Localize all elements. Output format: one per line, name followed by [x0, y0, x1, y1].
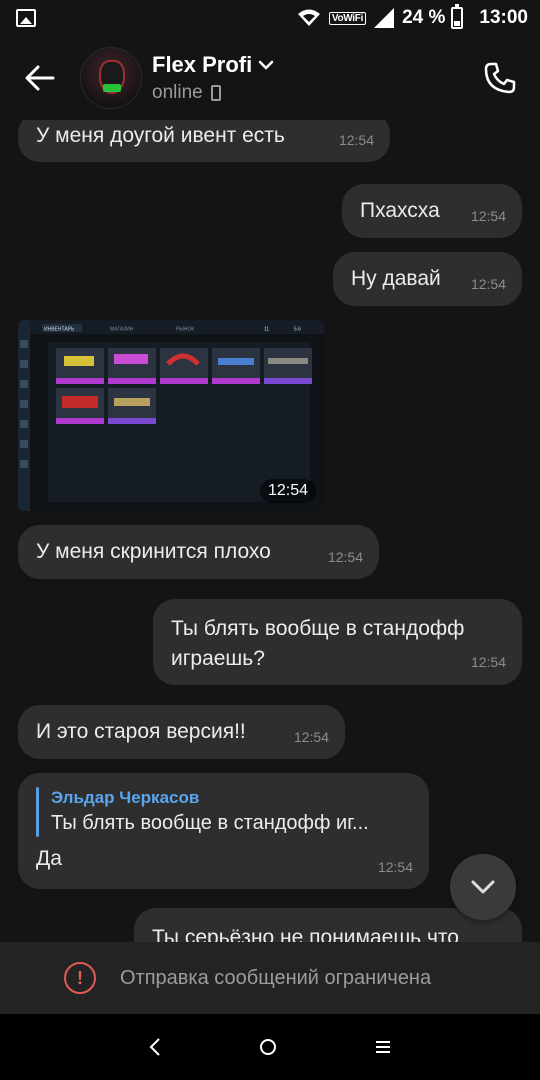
photo-message[interactable]: ИНВЕНТАРЬ МАГАЗИН РЫНОК 11 5.6 12:54	[18, 320, 324, 511]
system-navigation-bar	[0, 1014, 540, 1080]
message-outgoing[interactable]: Пхахсха 12:54	[342, 184, 522, 238]
reply-quote: Ты блять вообще в стандофф иг...	[51, 812, 369, 834]
photo-counter-1: 11	[264, 327, 269, 333]
phone-icon	[210, 85, 221, 101]
nav-menu-icon[interactable]	[374, 1038, 392, 1056]
message-text: Ну давай	[351, 267, 441, 290]
avatar[interactable]	[80, 47, 142, 109]
message-time: 12:54	[327, 549, 363, 565]
back-arrow-icon	[25, 65, 55, 91]
contact-info[interactable]: Flex Profi online	[152, 52, 460, 104]
chat-header: Flex Profi online	[0, 36, 540, 120]
message-text: Да	[36, 847, 62, 870]
message-incoming-reply[interactable]: Эльдар Черкасов Ты блять вообще в стандо…	[18, 773, 429, 889]
battery-percent: 24 %	[402, 7, 446, 28]
message-incoming[interactable]: У меня доугой ивент есть 12:54	[18, 120, 390, 162]
chevron-down-icon	[471, 880, 495, 894]
restricted-text: Отправка сообщений ограничена	[120, 966, 432, 989]
message-text: Пхахсха	[360, 199, 440, 222]
message-incoming[interactable]: У меня скринится плохо 12:54	[18, 525, 379, 579]
photo-tab-inventory: ИНВЕНТАРЬ	[44, 327, 75, 333]
message-time: 12:54	[470, 276, 506, 292]
vowifi-icon: VoWiFi	[328, 11, 367, 25]
message-list[interactable]: У меня доугой ивент есть 12:54 Пхахсха 1…	[0, 120, 540, 942]
call-button[interactable]	[460, 36, 540, 120]
back-button[interactable]	[0, 36, 80, 120]
clock: 13:00	[479, 7, 528, 28]
message-text: У меня скринится плохо	[36, 540, 271, 563]
message-time: 12:54	[293, 729, 329, 745]
call-icon	[484, 62, 516, 94]
messaging-restricted-banner: ! Отправка сообщений ограничена	[0, 942, 540, 1014]
message-time: 12:54	[377, 859, 413, 875]
message-time: 12:54	[470, 208, 506, 224]
reply-author: Эльдар Черкасов	[51, 788, 200, 807]
status-bar: VoWiFi 24 % 13:00	[0, 0, 540, 36]
message-time: 12:54	[338, 132, 374, 148]
message-text: И это староя версия!!	[36, 720, 246, 743]
message-text: Ты серьёзно не понимаешь что	[152, 926, 459, 942]
nav-home-icon[interactable]	[258, 1037, 278, 1057]
message-time: 12:54	[470, 654, 506, 670]
wifi-icon	[297, 9, 320, 26]
reply-accent-line	[36, 787, 39, 837]
scroll-to-bottom-button[interactable]	[450, 854, 516, 920]
photo-counter-2: 5.6	[294, 327, 301, 333]
message-time: 12:54	[259, 479, 316, 503]
battery-icon	[451, 4, 464, 29]
chevron-down-icon	[259, 60, 274, 70]
signal-icon	[374, 8, 395, 28]
gallery-icon	[16, 9, 36, 27]
nav-back-icon[interactable]	[148, 1037, 162, 1057]
contact-status: online	[152, 82, 203, 103]
warning-icon: !	[64, 962, 96, 994]
photo-tab-market: РЫНОК	[176, 327, 194, 333]
message-outgoing[interactable]: Ты блять вообще в стандофф играешь? 12:5…	[153, 599, 522, 685]
reply-preview[interactable]: Эльдар Черкасов Ты блять вообще в стандо…	[36, 787, 411, 837]
contact-name: Flex Profi	[152, 52, 253, 77]
message-incoming[interactable]: И это староя версия!! 12:54	[18, 705, 345, 759]
photo-tab-shop: МАГАЗИН	[110, 327, 134, 333]
message-text: Ты блять вообще в стандофф играешь?	[171, 617, 465, 670]
message-outgoing[interactable]: Ну давай 12:54	[333, 252, 522, 306]
message-text: У меня доугой ивент есть	[36, 124, 285, 147]
